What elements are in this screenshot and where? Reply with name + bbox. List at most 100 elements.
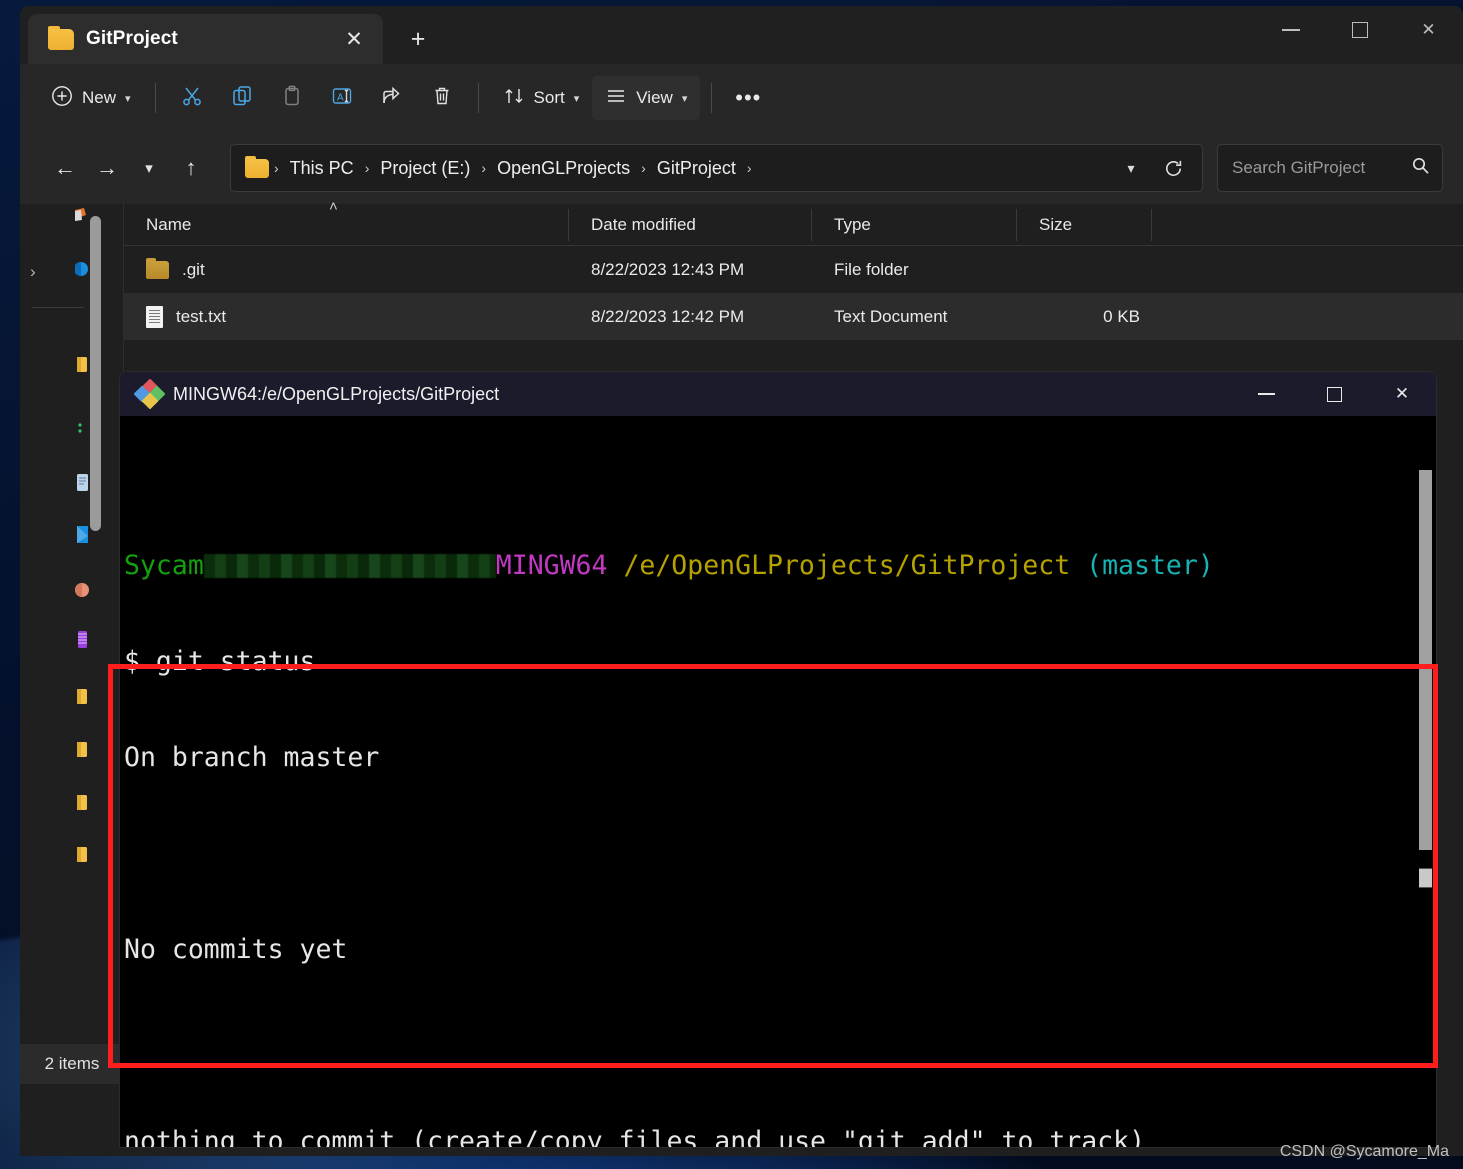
ellipsis-icon: ••• <box>735 85 762 110</box>
toolbar-divider <box>154 83 156 113</box>
tab-close-icon[interactable]: ✕ <box>337 24 371 54</box>
delete-button[interactable] <box>417 76 467 120</box>
prompt-shell: MINGW64 <box>495 550 608 581</box>
column-header-size[interactable]: Size <box>1017 208 1152 241</box>
forward-button[interactable]: → <box>86 147 128 189</box>
breadcrumb-separator: › <box>274 160 279 176</box>
svg-text:A: A <box>337 92 344 103</box>
copy-button[interactable] <box>217 76 267 120</box>
terminal-output[interactable]: Sycam MINGW64 /e/OpenGLProjects/GitProjec… <box>120 416 1436 1147</box>
file-type-cell: File folder <box>834 259 909 279</box>
minimize-icon[interactable] <box>1232 372 1300 416</box>
nav-item-icon-dots[interactable] <box>75 419 91 441</box>
terminal-title-label: MINGW64:/e/OpenGLProjects/GitProject <box>173 383 500 404</box>
nav-item-icon-folder-4[interactable] <box>75 792 91 814</box>
nav-item-icon-blue-folder[interactable] <box>75 524 91 546</box>
new-button-label: New <box>82 88 117 107</box>
file-name-cell: test.txt <box>124 305 569 328</box>
terminal-command-line: $ git status <box>124 646 316 677</box>
table-row[interactable]: .git 8/22/2023 12:43 PM File folder <box>124 246 1463 293</box>
text-file-icon <box>146 305 163 328</box>
rename-button[interactable]: A <box>317 76 367 120</box>
nav-item-icon-folder-5[interactable] <box>75 844 91 866</box>
clipboard-icon <box>280 84 304 113</box>
address-bar[interactable]: › This PC › Project (E:) › OpenGLProject… <box>230 144 1203 192</box>
mingw64-terminal-window[interactable]: MINGW64:/e/OpenGLProjects/GitProject ✕ S… <box>120 372 1436 1147</box>
terminal-window-controls: ✕ <box>1232 372 1436 416</box>
table-row[interactable]: test.txt 8/22/2023 12:42 PM Text Documen… <box>124 293 1463 340</box>
nav-divider <box>32 307 84 308</box>
toolbar-divider-2 <box>477 83 479 113</box>
cut-button[interactable] <box>167 76 217 120</box>
tab-label: GitProject <box>86 28 178 49</box>
terminal-prompt-line: Sycam MINGW64 /e/OpenGLProjects/GitProjec… <box>124 550 1436 582</box>
minimize-icon[interactable] <box>1256 6 1325 54</box>
file-date-cell: 8/22/2023 12:42 PM <box>591 306 745 326</box>
breadcrumb-separator[interactable]: › <box>478 160 489 176</box>
new-button[interactable]: New ▾ <box>38 76 144 120</box>
view-button-label: View <box>636 88 673 107</box>
item-count-label: 2 items <box>44 1054 100 1073</box>
navigation-pane-scrollbar[interactable] <box>90 216 101 531</box>
terminal-output-line: No commits yet <box>124 934 348 965</box>
breadcrumb-item-gitproject[interactable]: GitProject <box>649 153 744 184</box>
folder-icon <box>48 25 74 50</box>
column-header-type[interactable]: Type <box>812 208 1017 241</box>
breadcrumb-item-this-pc[interactable]: This PC <box>282 153 362 184</box>
close-icon[interactable]: ✕ <box>1394 6 1463 54</box>
file-name-label: .git <box>182 259 205 279</box>
maximize-icon[interactable] <box>1325 6 1394 54</box>
window-controls: ✕ <box>1256 6 1463 54</box>
window-titlebar: GitProject ✕ + ✕ <box>20 6 1463 64</box>
terminal-output-line: nothing to commit (create/copy files and… <box>124 1126 1146 1147</box>
column-header-name[interactable]: Name <box>124 208 569 241</box>
nav-item-icon-purple[interactable] <box>75 629 91 651</box>
chevron-down-icon: ▾ <box>573 92 580 105</box>
search-input[interactable] <box>1232 158 1411 178</box>
nav-item-icon-folder-3[interactable] <box>75 739 91 761</box>
nav-item-icon-onedrive[interactable] <box>75 208 91 230</box>
nav-item-icon-folder-2[interactable] <box>75 686 91 708</box>
tab-gitproject[interactable]: GitProject ✕ <box>28 14 383 64</box>
up-button[interactable]: ↑ <box>170 147 212 189</box>
trash-icon <box>430 84 454 113</box>
search-icon[interactable] <box>1411 156 1430 180</box>
search-box[interactable] <box>1217 144 1443 192</box>
address-dropdown-icon[interactable]: ▾ <box>1112 160 1150 177</box>
breadcrumb-separator[interactable]: › <box>744 160 755 176</box>
nav-item-icon-cloud[interactable] <box>74 259 91 281</box>
chevron-down-icon: ▾ <box>681 92 688 105</box>
terminal-scrollbar-thumb[interactable] <box>1419 470 1432 850</box>
new-tab-icon[interactable]: + <box>401 24 435 54</box>
refresh-icon[interactable] <box>1150 158 1196 179</box>
recent-locations-button[interactable]: ▾ <box>128 147 170 189</box>
nav-item-icon-folder-1[interactable] <box>75 354 91 376</box>
chevron-right-icon[interactable]: › <box>30 262 36 282</box>
folder-icon <box>245 155 269 178</box>
more-options-button[interactable]: ••• <box>723 76 773 120</box>
watermark-label: CSDN @Sycamore_Ma <box>1279 1143 1449 1160</box>
folder-icon <box>146 257 169 279</box>
prompt-path: /e/OpenGLProjects/GitProject <box>623 550 1071 581</box>
breadcrumb-separator[interactable]: › <box>362 160 373 176</box>
sort-button[interactable]: Sort ▾ <box>490 76 593 120</box>
paste-button[interactable] <box>267 76 317 120</box>
terminal-scrollbar-handle[interactable] <box>1419 868 1432 888</box>
close-icon[interactable]: ✕ <box>1368 372 1436 416</box>
file-size-cell: 0 KB <box>1103 306 1140 326</box>
breadcrumb-item-openglprojects[interactable]: OpenGLProjects <box>489 153 638 184</box>
nav-item-icon-document[interactable] <box>75 472 91 494</box>
view-button[interactable]: View ▾ <box>592 76 701 120</box>
maximize-icon[interactable] <box>1300 372 1368 416</box>
terminal-output-line: On branch master <box>124 742 380 773</box>
share-button[interactable] <box>367 76 417 120</box>
chevron-down-icon: ▾ <box>125 92 131 105</box>
nav-item-icon-peach-circle[interactable] <box>75 579 91 601</box>
breadcrumb-separator[interactable]: › <box>638 160 649 176</box>
file-name-label: test.txt <box>176 306 227 326</box>
column-header-date-modified[interactable]: Date modified <box>569 208 812 241</box>
back-button[interactable]: ← <box>44 147 86 189</box>
breadcrumb-item-project-e[interactable]: Project (E:) <box>372 153 478 184</box>
sort-arrows-icon <box>503 85 525 112</box>
